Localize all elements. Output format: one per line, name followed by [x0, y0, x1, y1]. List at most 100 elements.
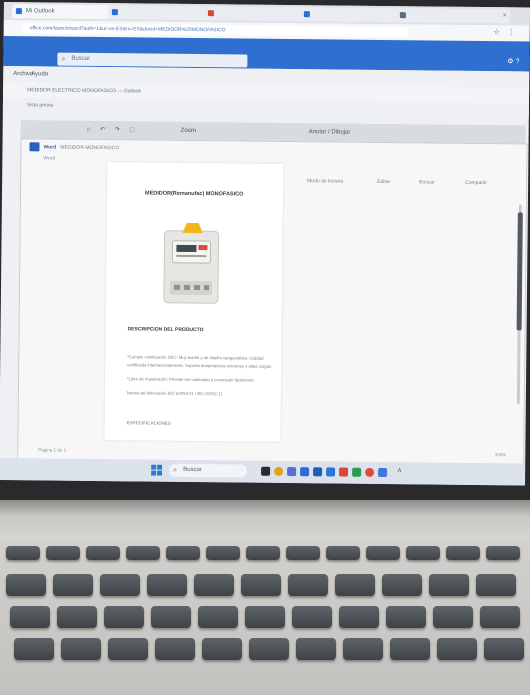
menu-item-ayuda[interactable]: Ayuda	[31, 66, 48, 82]
taskbar-app-icon[interactable]	[352, 467, 362, 477]
share-button[interactable]: Compartir	[465, 176, 487, 190]
keyboard-key	[245, 606, 285, 628]
keyboard-key	[14, 638, 54, 660]
favicon-icon	[207, 10, 214, 17]
keyboard-key	[10, 606, 50, 628]
taskbar-app-icon[interactable]	[339, 467, 349, 477]
search-icon: ⌕	[173, 466, 178, 474]
taskbar-app-icon[interactable]	[274, 466, 284, 476]
keyboard-key	[366, 546, 400, 560]
keyboard-key	[288, 574, 328, 596]
document-line: Norma de fabricación IEC 62053-21 / IEC …	[126, 390, 223, 397]
meter-image	[163, 222, 220, 304]
keyboard-key	[286, 546, 320, 560]
reading-mode-button[interactable]: Modo de lectura	[307, 174, 343, 188]
keyboard-key	[292, 606, 332, 628]
taskbar-app-icon[interactable]	[313, 467, 323, 477]
laptop-photo: Mi Outlook × × × ×	[0, 0, 530, 695]
search-icon: ⌕	[61, 55, 66, 63]
keyboard-key	[437, 638, 477, 660]
favicon-icon	[399, 12, 406, 19]
word-icon	[29, 142, 40, 152]
header-actions[interactable]: ⚙ ?	[507, 57, 519, 65]
keyboard-key	[326, 546, 360, 560]
keyboard-key	[249, 638, 289, 660]
edit-button[interactable]: Editar	[377, 175, 390, 189]
taskbar-search[interactable]: ⌕ Buscar	[169, 463, 248, 478]
outlook-icon	[15, 8, 22, 15]
taskbar-app-icon[interactable]	[287, 466, 297, 477]
keyboard-key	[147, 574, 187, 596]
laptop-bezel: Mi Outlook × × × ×	[0, 0, 530, 500]
viewer-action-bar: Modo de lectura Editar Buscar Compartir	[293, 174, 523, 190]
keyboard-key	[486, 546, 520, 560]
find-button[interactable]: Buscar	[419, 175, 435, 189]
windows-start-icon[interactable]	[151, 464, 163, 476]
keyboard-key	[61, 638, 101, 660]
keyboard-key	[335, 574, 375, 596]
address-bar[interactable]: office.com/launch/word?auth=1&ui=es-ES&r…	[21, 23, 410, 38]
document-line: *Cumple certificación SEC: Muy bonito y …	[127, 354, 264, 361]
keyboard-key	[446, 546, 480, 560]
meter-label	[198, 245, 208, 251]
keyboard-key	[241, 574, 281, 596]
meter-display	[176, 244, 197, 253]
keyboard-key	[202, 638, 242, 660]
app-name: Word	[43, 144, 57, 151]
meter-terminal	[173, 284, 181, 290]
laptop-hinge	[0, 500, 530, 540]
keyboard-key	[406, 546, 440, 560]
taskbar-app-icon[interactable]	[378, 467, 388, 478]
browser-tab[interactable]: Mi Outlook ×	[11, 4, 118, 20]
document-name: MEDIDOR MONOFASICO	[60, 144, 120, 152]
keyboard-key	[46, 546, 80, 560]
keyboard-deck	[0, 540, 530, 695]
document-page: MEDIDOR(Remanufac) MONOFASICO DESCRIPCIO…	[104, 162, 284, 442]
document-viewer: Word MEDIDOR MONOFASICO Word Modo de lec…	[17, 138, 528, 466]
favicon-icon	[111, 9, 118, 16]
chevron-up-icon[interactable]: ˄	[397, 466, 402, 475]
scrollbar-thumb[interactable]	[516, 212, 523, 331]
zoom-level[interactable]: 100%	[495, 450, 507, 460]
keyboard-key	[194, 574, 234, 596]
close-icon[interactable]: ×	[503, 9, 507, 23]
zoom-button[interactable]: Zoom	[181, 122, 197, 140]
meter-text	[176, 254, 207, 258]
keyboard-key	[57, 606, 97, 628]
taskbar-app-icon[interactable]	[365, 467, 375, 477]
taskbar-app-icon[interactable]	[261, 466, 271, 476]
ribbon-tools[interactable]: ⌂ ↶ ↷ ⬚	[87, 121, 140, 140]
browser-tab[interactable]: ×	[395, 8, 510, 24]
meter-terminal	[193, 285, 201, 291]
keyboard-key	[339, 606, 379, 628]
browser-tab[interactable]: ×	[203, 6, 310, 22]
keyboard-key	[206, 546, 240, 560]
section-heading: DESCRIPCION DEL PRODUCTO	[127, 326, 204, 334]
taskbar-app-icon[interactable]	[300, 467, 310, 477]
search-input[interactable]: ⌕ Buscar	[57, 52, 248, 68]
browser-actions[interactable]: ☆ ⋮	[493, 28, 517, 36]
keyboard-key	[100, 574, 140, 596]
taskbar-app-icon[interactable]	[326, 467, 336, 477]
meter-cap	[182, 222, 203, 234]
keyboard-key	[246, 546, 280, 560]
annotate-button[interactable]: Anotar / Dibujar	[309, 123, 351, 141]
document-line: *Libre de mantención: Permite ser cambia…	[127, 376, 255, 383]
meter-terminal	[183, 284, 191, 290]
taskbar-search-label: Buscar	[183, 466, 202, 474]
browser-tab[interactable]: ×	[299, 7, 406, 23]
browser-tab[interactable]: ×	[107, 5, 214, 21]
taskbar: ⌕ Buscar ˄	[0, 457, 526, 486]
keyboard-key	[433, 606, 473, 628]
document-title: MEDIDOR(Remanufac) MONOFASICO	[144, 190, 244, 198]
keyboard-key	[108, 638, 148, 660]
laptop-screen: Mi Outlook × × × ×	[0, 2, 530, 486]
keyboard-key	[86, 546, 120, 560]
keyboard-key	[484, 638, 524, 660]
search-placeholder: Buscar	[71, 55, 91, 62]
keyboard-key	[480, 606, 520, 628]
keyboard-key	[429, 574, 469, 596]
keyboard-key	[382, 574, 422, 596]
page-indicator: Página 1 de 1	[38, 447, 67, 453]
keyboard-key	[296, 638, 336, 660]
